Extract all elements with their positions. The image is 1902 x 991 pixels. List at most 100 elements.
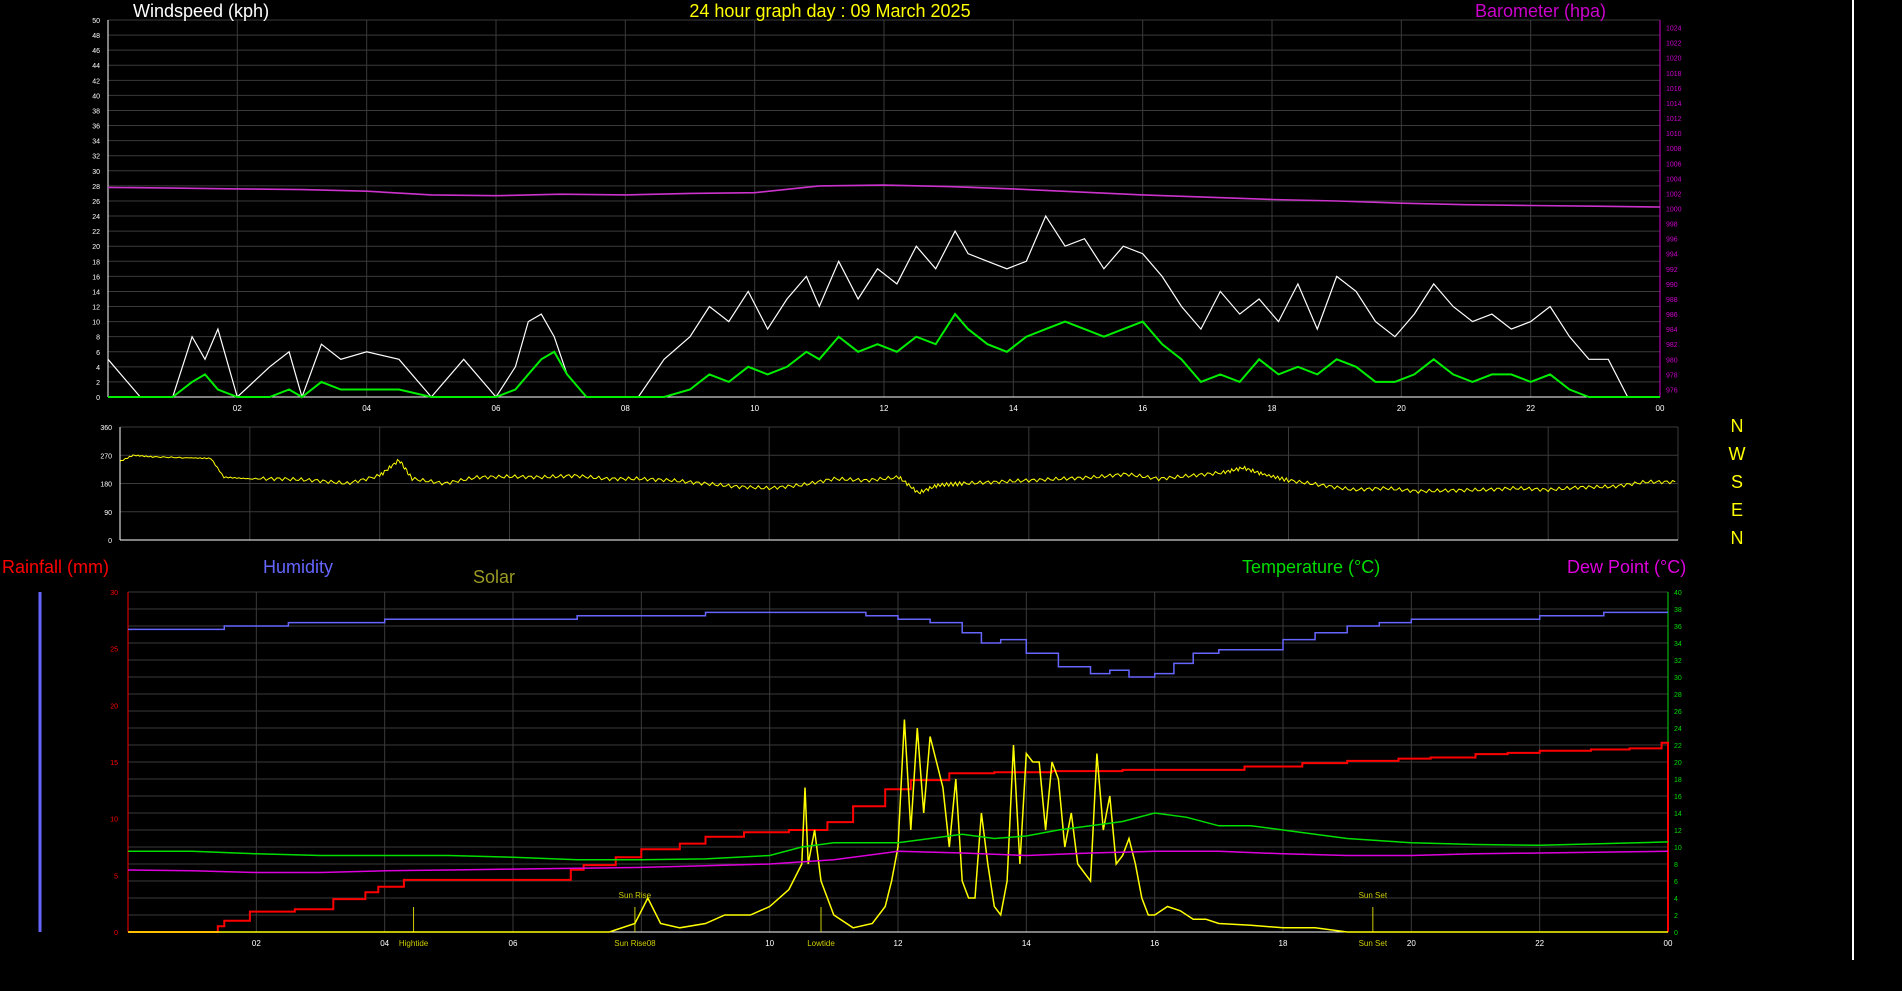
- temperature-tick-label: 22: [1674, 743, 1682, 750]
- compass-label: E: [1731, 500, 1743, 520]
- barometer-tick-label: 986: [1666, 312, 1678, 319]
- barometer-tick-label: 1006: [1666, 161, 1682, 168]
- time-tick-label: 02: [252, 939, 261, 948]
- direction-grid: [119, 426, 1679, 541]
- windspeed-tick-label: 22: [92, 229, 100, 236]
- windspeed-tick-label: 8: [96, 335, 100, 342]
- windspeed-tick-label: 32: [92, 154, 100, 161]
- temperature-tick-label: 32: [1674, 658, 1682, 665]
- windspeed-tick-label: 36: [92, 124, 100, 131]
- windspeed-tick-label: 50: [92, 18, 100, 25]
- wind-grid: [107, 19, 1661, 398]
- windspeed-axis-ticks: 0246810121416182022242628303234363840424…: [92, 18, 100, 402]
- chart-title: 24 hour graph day : 09 March 2025: [689, 1, 970, 21]
- barometer-axis-ticks: 976 978 980 982 984 986 988 990 992 994 996 998 1000…: [1666, 26, 1682, 395]
- barometer-tick-label: 1010: [1666, 131, 1682, 138]
- barometer-tick-label: 1022: [1666, 41, 1682, 48]
- rainfall-axis-label: Rainfall (mm): [2, 557, 109, 577]
- barometer-tick-label: 994: [1666, 252, 1678, 259]
- direction-tick-label: 270: [100, 453, 112, 460]
- windspeed-tick-label: 14: [92, 289, 100, 296]
- temperature-tick-label: 6: [1674, 879, 1678, 886]
- barometer-tick-label: 1024: [1666, 26, 1682, 33]
- event-marker-label: Sun Rise08: [614, 939, 656, 948]
- barometer-tick-label: 996: [1666, 237, 1678, 244]
- rainfall-axis-ticks: 0 5 10 15 20 25 30: [110, 590, 118, 937]
- temperature-tick-label: 34: [1674, 641, 1682, 648]
- windspeed-tick-label: 30: [92, 169, 100, 176]
- windspeed-tick-label: 4: [96, 365, 100, 372]
- time-tick-label: 02: [233, 404, 242, 413]
- temperature-axis-label: Temperature (°C): [1242, 557, 1380, 577]
- solar-label: Solar: [473, 567, 515, 587]
- barometer-axis-label: Barometer (hpa): [1475, 1, 1606, 21]
- barometer-tick-label: 1004: [1666, 176, 1682, 183]
- windspeed-tick-label: 40: [92, 93, 100, 100]
- windspeed-tick-label: 6: [96, 350, 100, 357]
- compass-label: S: [1731, 472, 1743, 492]
- barometer-tick-label: 992: [1666, 267, 1678, 274]
- windspeed-tick-label: 24: [92, 214, 100, 221]
- barometer-tick-label: 998: [1666, 222, 1678, 229]
- climate-panel: 051015202530 024681012141618202224262830…: [2, 557, 1686, 948]
- time-tick-label: 18: [1268, 404, 1277, 413]
- temperature-tick-label: 18: [1674, 777, 1682, 784]
- climate-time-ticks: 02 04 06 10 12 14 16 18 20 22 00: [252, 939, 1673, 948]
- windspeed-tick-label: 2: [96, 380, 100, 387]
- windspeed-tick-label: 0: [96, 395, 100, 402]
- rainfall-tick-label: 0: [114, 930, 118, 937]
- time-tick-label: 04: [380, 939, 389, 948]
- time-tick-label: 18: [1279, 939, 1288, 948]
- direction-tick-label: 180: [100, 482, 112, 489]
- event-marker-label: Hightide: [399, 939, 429, 948]
- humidity-label: Humidity: [263, 557, 333, 577]
- temperature-tick-label: 38: [1674, 607, 1682, 614]
- barometer-tick-label: 1000: [1666, 207, 1682, 214]
- compass-label: W: [1729, 444, 1746, 464]
- time-tick-label: 12: [894, 939, 903, 948]
- rainfall-tick-label: 15: [110, 760, 118, 767]
- windspeed-tick-label: 46: [92, 48, 100, 55]
- time-tick-label: 08: [621, 404, 630, 413]
- time-tick-label: 04: [362, 404, 371, 413]
- time-tick-label: 12: [880, 404, 889, 413]
- barometer-tick-label: 976: [1666, 387, 1678, 394]
- wind-barometer-panel: 0246810121416182022242628303234363840424…: [92, 1, 1681, 413]
- temperature-axis-ticks: 0246810121416182022242628303234363840: [1674, 590, 1682, 937]
- barometer-tick-label: 978: [1666, 372, 1678, 379]
- dewpoint-axis-label: Dew Point (°C): [1567, 557, 1686, 577]
- windspeed-tick-label: 26: [92, 199, 100, 206]
- barometer-tick-label: 980: [1666, 357, 1678, 364]
- direction-tick-label: 360: [100, 425, 112, 432]
- barometer-tick-label: 1020: [1666, 56, 1682, 63]
- temperature-tick-label: 10: [1674, 845, 1682, 852]
- temperature-tick-label: 8: [1674, 862, 1678, 869]
- barometer-tick-label: 1002: [1666, 191, 1682, 198]
- temperature-tick-label: 36: [1674, 624, 1682, 631]
- direction-axis-ticks: 0 90 180 270 360: [100, 425, 112, 545]
- temperature-tick-label: 16: [1674, 794, 1682, 801]
- time-tick-label: 00: [1656, 404, 1665, 413]
- time-tick-label: 10: [750, 404, 759, 413]
- temperature-tick-label: 12: [1674, 828, 1682, 835]
- weather-graph-canvas: 0246810121416182022242628303234363840424…: [2, 1, 1746, 948]
- barometer-tick-label: 990: [1666, 282, 1678, 289]
- compass-label: N: [1731, 528, 1744, 548]
- rainfall-tick-label: 20: [110, 703, 118, 710]
- event-marker-top-label: Sun Set: [1359, 891, 1388, 900]
- temperature-tick-label: 28: [1674, 692, 1682, 699]
- rainfall-tick-label: 10: [110, 817, 118, 824]
- temperature-tick-label: 2: [1674, 913, 1678, 920]
- time-tick-label: 20: [1407, 939, 1416, 948]
- temperature-tick-label: 20: [1674, 760, 1682, 767]
- barometer-tick-label: 982: [1666, 342, 1678, 349]
- time-tick-label: 22: [1535, 939, 1544, 948]
- temperature-tick-label: 14: [1674, 811, 1682, 818]
- barometer-tick-label: 1016: [1666, 86, 1682, 93]
- windspeed-tick-label: 28: [92, 184, 100, 191]
- climate-grid: [38, 591, 1669, 933]
- direction-tick-label: 0: [108, 538, 112, 545]
- windspeed-tick-label: 20: [92, 244, 100, 251]
- windspeed-tick-label: 38: [92, 108, 100, 115]
- windspeed-tick-label: 34: [92, 139, 100, 146]
